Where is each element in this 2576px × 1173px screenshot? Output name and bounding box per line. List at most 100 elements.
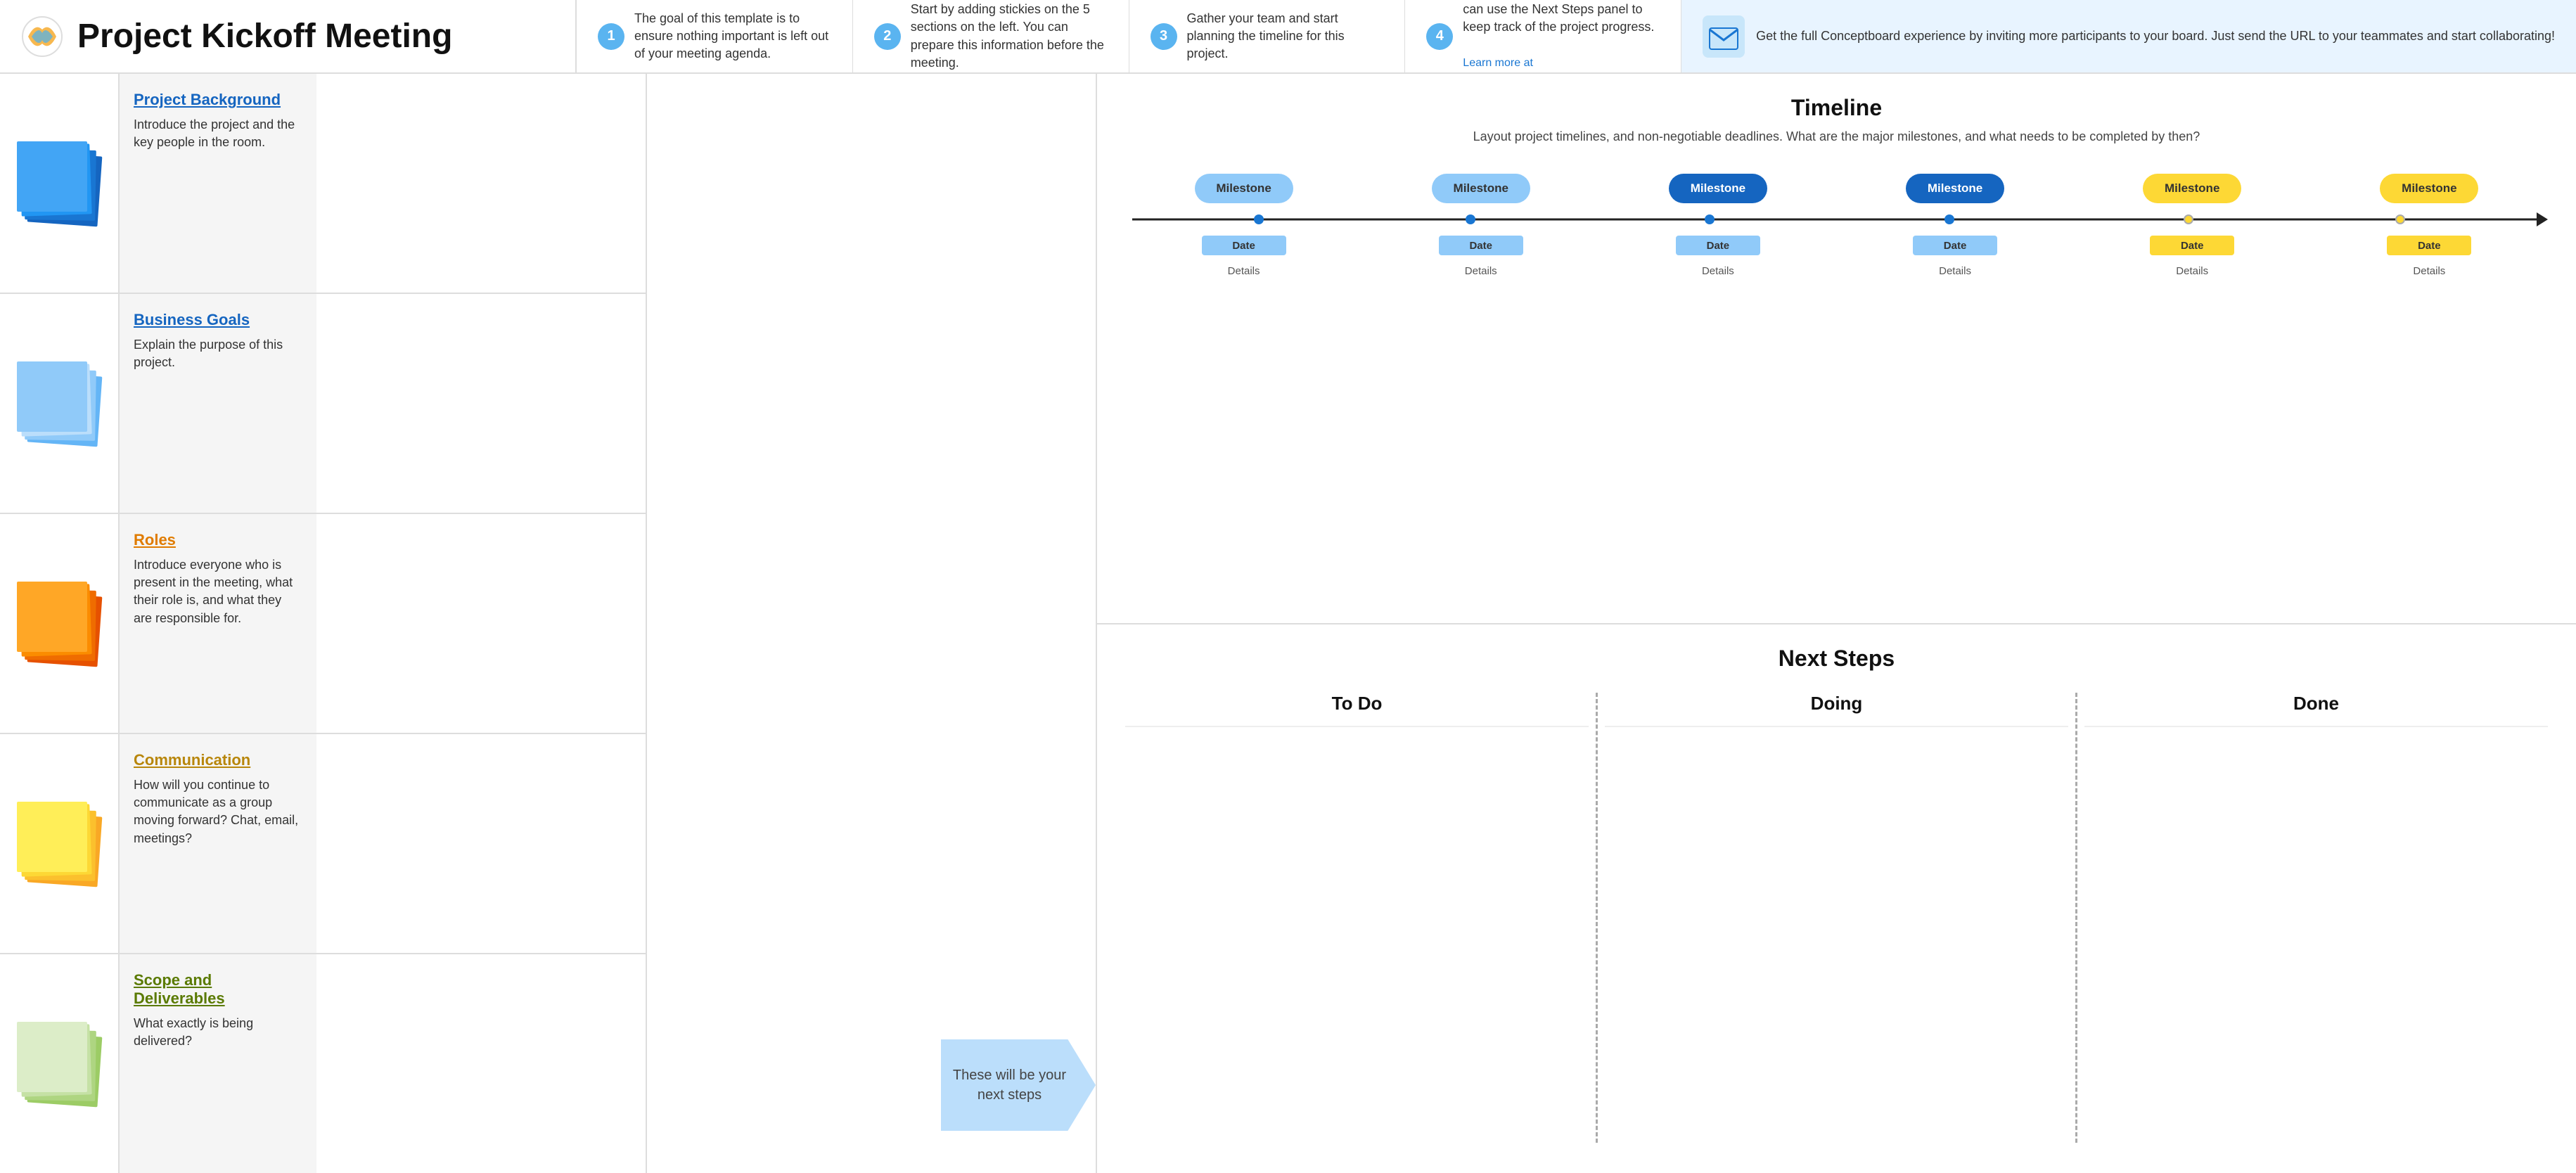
section-2-sticky <box>0 294 120 513</box>
logo-area: Project Kickoff Meeting <box>0 0 577 72</box>
date-6: Date <box>2387 236 2471 255</box>
step-3: 3 Gather your team and start planning th… <box>1129 0 1406 72</box>
timeline-line <box>1132 209 2541 230</box>
section-business-goals: Business Goals Explain the purpose of th… <box>0 294 646 514</box>
cta-text: Get the full Conceptboard experience by … <box>1756 27 2555 45</box>
date-4: Date <box>1913 236 1997 255</box>
section-4-sticky <box>0 734 120 953</box>
section-communication: Communication How will you continue to c… <box>0 734 646 954</box>
timeline-title: Timeline <box>1125 95 2548 121</box>
right-panel: Timeline Layout project timelines, and n… <box>1097 74 2576 1173</box>
section-4-desc: How will you continue to communicate as … <box>134 776 302 847</box>
kanban-board: To Do Doing Done <box>1125 693 2548 1143</box>
kanban-col-doing: Doing <box>1605 693 2068 1143</box>
milestone-1: Milestone <box>1195 174 1293 203</box>
kanban-todo-header: To Do <box>1125 693 1589 727</box>
next-steps-section: Next Steps To Do Doing Done <box>1097 624 2576 1173</box>
timeline-dates: Date Date Date Date Date Date <box>1125 236 2548 255</box>
section-3-desc: Introduce everyone who is present in the… <box>134 556 302 627</box>
orange-sticky-stack <box>17 582 101 666</box>
milestone-4: Milestone <box>1906 174 2004 203</box>
timeline-subtitle: Layout project timelines, and non-negoti… <box>1125 128 2548 146</box>
section-1-content[interactable] <box>316 74 646 293</box>
page-title: Project Kickoff Meeting <box>77 17 452 56</box>
section-4-title: Communication <box>134 751 302 769</box>
section-1-title: Project Background <box>134 91 302 109</box>
logo-icon <box>21 15 63 58</box>
main-content: Project Background Introduce the project… <box>0 74 2576 1173</box>
detail-6: Details <box>2380 265 2478 277</box>
timeline-dot-6 <box>2395 214 2405 224</box>
kanban-col-todo: To Do <box>1125 693 1589 1143</box>
sticky-paper <box>17 582 87 652</box>
detail-4: Details <box>1906 265 2004 277</box>
step-3-text: Gather your team and start planning the … <box>1187 10 1384 63</box>
cta-area: Get the full Conceptboard experience by … <box>1681 0 2576 72</box>
section-5-desc: What exactly is being delivered? <box>134 1015 302 1050</box>
arrow-text: These will be your next steps <box>951 1065 1068 1105</box>
detail-3: Details <box>1669 265 1767 277</box>
section-5-content[interactable] <box>316 954 646 1173</box>
yellow-sticky-stack <box>17 802 101 886</box>
sticky-paper <box>17 361 87 432</box>
section-2-title: Business Goals <box>134 311 302 329</box>
section-3-title: Roles <box>134 531 302 549</box>
blue-sticky-stack <box>17 141 101 226</box>
section-project-background: Project Background Introduce the project… <box>0 74 646 294</box>
detail-2: Details <box>1432 265 1530 277</box>
section-1-desc: Introduce the project and the key people… <box>134 116 302 151</box>
step-2: 2 Start by adding stickies on the 5 sect… <box>853 0 1129 72</box>
milestone-6: Milestone <box>2380 174 2478 203</box>
header-steps: 1 The goal of this template is to ensure… <box>577 0 2576 72</box>
section-2-content[interactable] <box>316 294 646 513</box>
kanban-col-done: Done <box>2084 693 2548 1143</box>
kanban-divider-2 <box>2075 693 2077 1143</box>
date-5: Date <box>2150 236 2234 255</box>
detail-5: Details <box>2143 265 2241 277</box>
section-5-title: Scope and Deliverables <box>134 971 302 1008</box>
step-1-num: 1 <box>598 23 624 50</box>
sticky-paper <box>17 141 87 212</box>
date-1: Date <box>1202 236 1286 255</box>
next-steps-title: Next Steps <box>1125 646 2548 672</box>
timeline-details: Details Details Details Details Details … <box>1125 265 2548 277</box>
section-3-info: Roles Introduce everyone who is present … <box>120 514 316 733</box>
kanban-divider-1 <box>1596 693 1598 1143</box>
section-3-sticky <box>0 514 120 733</box>
section-3-content[interactable] <box>316 514 646 733</box>
next-steps-arrow-shape: These will be your next steps <box>941 1039 1096 1131</box>
date-3: Date <box>1676 236 1760 255</box>
timeline-dot-5 <box>2184 214 2193 224</box>
section-5-sticky <box>0 954 120 1173</box>
step-2-num: 2 <box>874 23 901 50</box>
timeline-milestones: Milestone Milestone Milestone Milestone … <box>1125 174 2548 203</box>
milestone-5: Milestone <box>2143 174 2241 203</box>
timeline-dot-4 <box>1944 214 1954 224</box>
light-blue-sticky-stack <box>17 361 101 446</box>
step-3-num: 3 <box>1151 23 1177 50</box>
sticky-paper <box>17 1022 87 1092</box>
section-2-info: Business Goals Explain the purpose of th… <box>120 294 316 513</box>
section-scope: Scope and Deliverables What exactly is b… <box>0 954 646 1173</box>
timeline-arrow-head <box>2537 212 2548 226</box>
milestone-2: Milestone <box>1432 174 1530 203</box>
step-1-text: The goal of this template is to ensure n… <box>634 10 831 63</box>
header: Project Kickoff Meeting 1 The goal of th… <box>0 0 2576 74</box>
kanban-done-header: Done <box>2084 693 2548 727</box>
detail-1: Details <box>1195 265 1293 277</box>
timeline-dot-3 <box>1705 214 1715 224</box>
section-roles: Roles Introduce everyone who is present … <box>0 514 646 734</box>
middle-panel[interactable]: These will be your next steps <box>647 74 1097 1173</box>
step-1: 1 The goal of this template is to ensure… <box>577 0 853 72</box>
milestone-3: Milestone <box>1669 174 1767 203</box>
section-4-info: Communication How will you continue to c… <box>120 734 316 953</box>
timeline-track <box>1132 219 2541 221</box>
timeline-section: Timeline Layout project timelines, and n… <box>1097 74 2576 624</box>
section-4-content[interactable] <box>316 734 646 953</box>
section-5-info: Scope and Deliverables What exactly is b… <box>120 954 316 1173</box>
green-sticky-stack <box>17 1022 101 1106</box>
timeline-dot-2 <box>1466 214 1475 224</box>
kanban-doing-header: Doing <box>1605 693 2068 727</box>
date-2: Date <box>1439 236 1523 255</box>
sticky-paper <box>17 802 87 872</box>
